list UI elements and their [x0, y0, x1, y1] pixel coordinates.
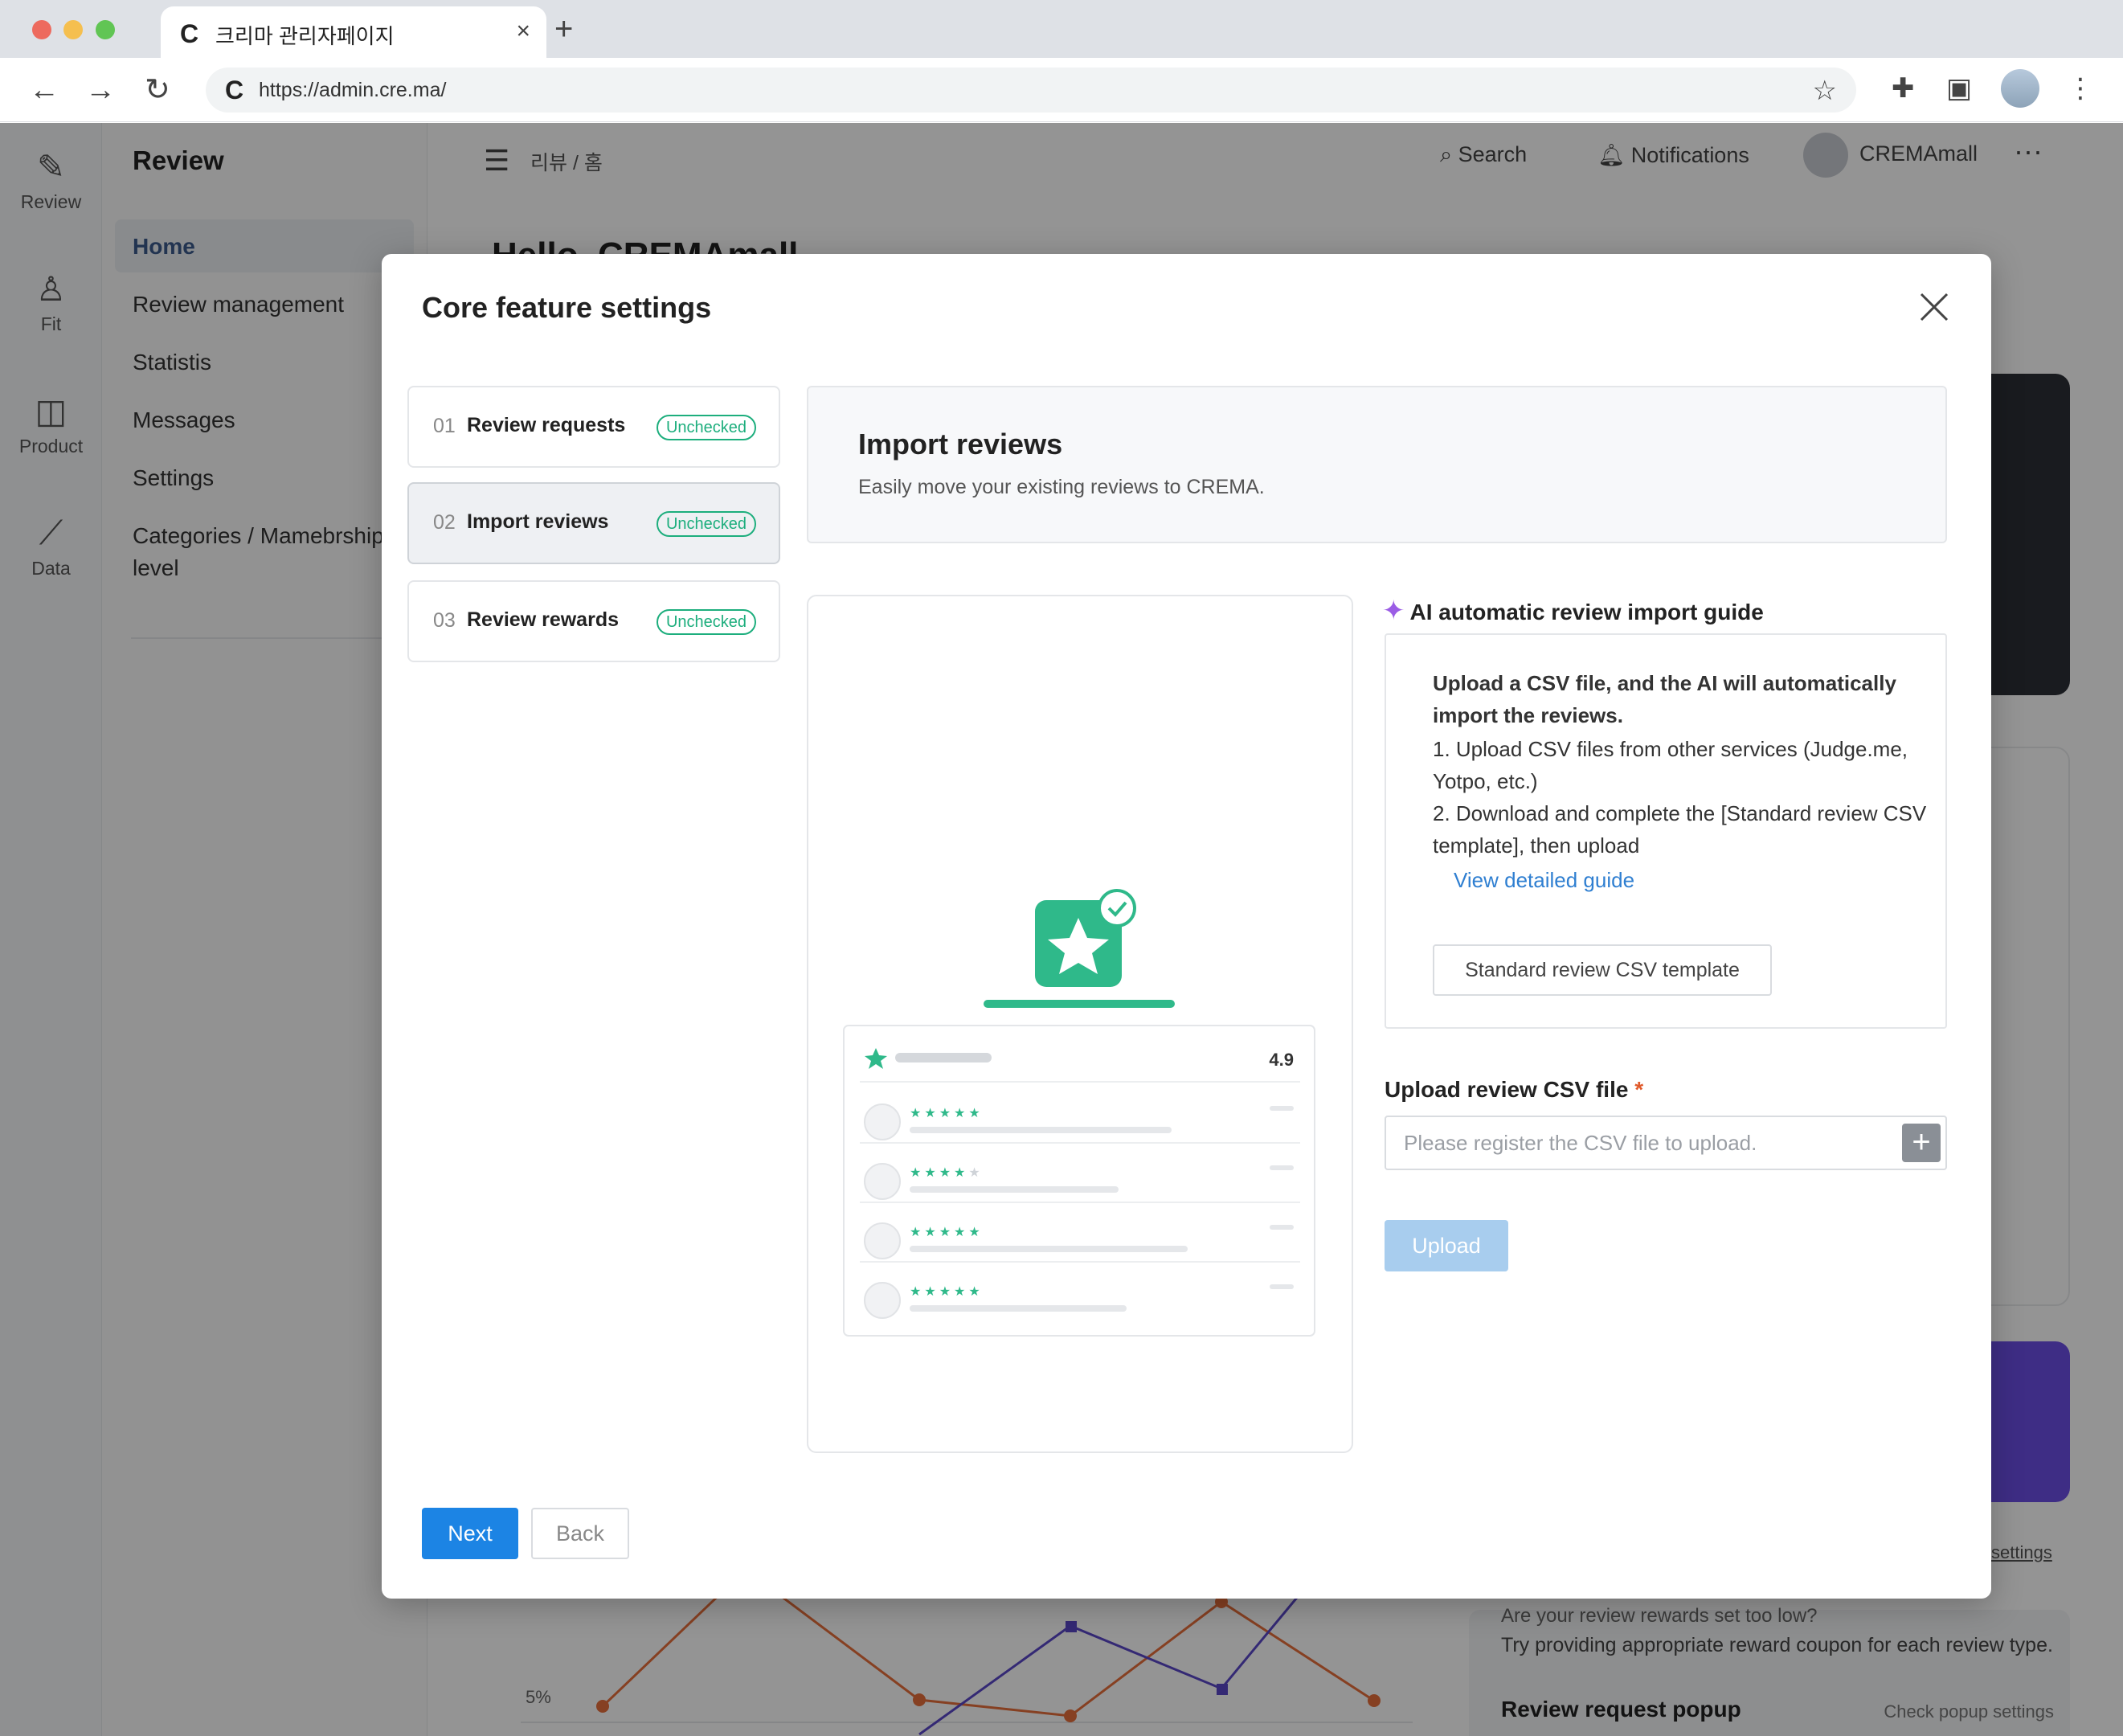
back-icon[interactable]: ←: [29, 72, 59, 108]
import-illustration: 4.9 ★★★★★ ★★★★★ ★★★★★ ★★★★★: [807, 595, 1353, 1453]
upload-label: Upload review CSV file *: [1385, 1077, 1643, 1103]
guide-title: ✦ AI automatic review import guide: [1382, 595, 1764, 627]
forward-icon[interactable]: →: [85, 72, 116, 108]
status-badge: Unchecked: [656, 609, 756, 635]
required-mark: *: [1634, 1077, 1644, 1102]
status-badge: Unchecked: [656, 415, 756, 440]
svg-text:★★★★★: ★★★★★: [910, 1224, 984, 1239]
step-import-reviews[interactable]: 02 Import reviews Unchecked: [407, 482, 780, 564]
star-icon[interactable]: ☆: [1813, 75, 1837, 107]
new-tab-icon[interactable]: +: [554, 11, 573, 47]
tab-close-icon[interactable]: ×: [516, 18, 530, 45]
review-import-graphic: 4.9 ★★★★★ ★★★★★ ★★★★★ ★★★★★: [843, 889, 1315, 1337]
modal-title: Core feature settings: [422, 291, 712, 324]
view-guide-link[interactable]: View detailed guide: [1454, 868, 1634, 893]
section-title: Import reviews: [858, 428, 1063, 461]
guide-step-2: 2. Download and complete the [Standard r…: [1433, 801, 1927, 858]
add-file-icon[interactable]: +: [1902, 1124, 1941, 1162]
status-badge: Unchecked: [656, 511, 756, 537]
guide-step-1: 1. Upload CSV files from other services …: [1433, 737, 1908, 793]
upload-button[interactable]: Upload: [1385, 1220, 1508, 1271]
crema-logo-icon: C: [180, 19, 199, 48]
check-badge-icon: [1098, 889, 1136, 927]
url-text[interactable]: https://admin.cre.ma/: [259, 79, 446, 102]
step-number: 01: [433, 415, 456, 437]
profile-avatar[interactable]: [2001, 69, 2039, 108]
core-feature-settings-modal: Core feature settings 01 Review requests…: [382, 254, 1991, 1599]
menu-icon[interactable]: ⋮: [2067, 72, 2094, 104]
csv-file-input[interactable]: [1386, 1117, 1884, 1169]
progress-bar: [984, 1000, 1175, 1008]
step-number: 02: [433, 511, 456, 534]
step-label: Review requests: [467, 414, 626, 436]
step-label: Import reviews: [467, 510, 609, 533]
extensions-icon[interactable]: ✚: [1892, 72, 1915, 104]
next-button[interactable]: Next: [422, 1508, 518, 1559]
browser-tab[interactable]: C 크리마 관리자페이지 ×: [161, 6, 546, 58]
step-review-requests[interactable]: 01 Review requests Unchecked: [407, 386, 780, 468]
window-close-dot[interactable]: [32, 20, 51, 39]
guide-lead: Upload a CSV file, and the AI will autom…: [1433, 671, 1896, 727]
csv-file-field[interactable]: +: [1385, 1116, 1947, 1170]
step-number: 03: [433, 609, 456, 632]
browser-tab-bar: C 크리마 관리자페이지 × +: [0, 0, 2123, 58]
sidepanel-icon[interactable]: ▣: [1946, 72, 1972, 104]
step-review-rewards[interactable]: 03 Review rewards Unchecked: [407, 580, 780, 662]
svg-text:★★★★★: ★★★★★: [910, 1165, 984, 1180]
svg-text:★★★★★: ★★★★★: [910, 1284, 984, 1299]
guide-title-text: AI automatic review import guide: [1409, 600, 1764, 624]
address-bar[interactable]: C https://admin.cre.ma/ ☆: [206, 68, 1856, 113]
guide-box: Upload a CSV file, and the AI will autom…: [1385, 633, 1947, 1029]
site-logo-icon: C: [225, 76, 244, 104]
reload-icon[interactable]: ↻: [145, 72, 170, 108]
sparkle-icon: ✦: [1382, 596, 1405, 626]
window-minimize-dot[interactable]: [63, 20, 83, 39]
section-subtitle: Easily move your existing reviews to CRE…: [858, 476, 1265, 498]
close-icon[interactable]: [1915, 288, 1953, 326]
rating-value: 4.9: [1269, 1050, 1294, 1070]
svg-text:★★★★★: ★★★★★: [910, 1105, 984, 1120]
csv-template-button[interactable]: Standard review CSV template: [1433, 944, 1772, 996]
back-button[interactable]: Back: [531, 1508, 629, 1559]
placeholder-bar: [895, 1053, 992, 1062]
browser-toolbar: ← → ↻ C https://admin.cre.ma/ ☆ ✚ ▣ ⋮: [0, 58, 2123, 122]
upload-label-text: Upload review CSV file: [1385, 1077, 1629, 1102]
window-zoom-dot[interactable]: [96, 20, 115, 39]
section-header: Import reviews Easily move your existing…: [807, 386, 1947, 543]
step-label: Review rewards: [467, 608, 619, 631]
tab-title: 크리마 관리자페이지: [215, 24, 395, 48]
